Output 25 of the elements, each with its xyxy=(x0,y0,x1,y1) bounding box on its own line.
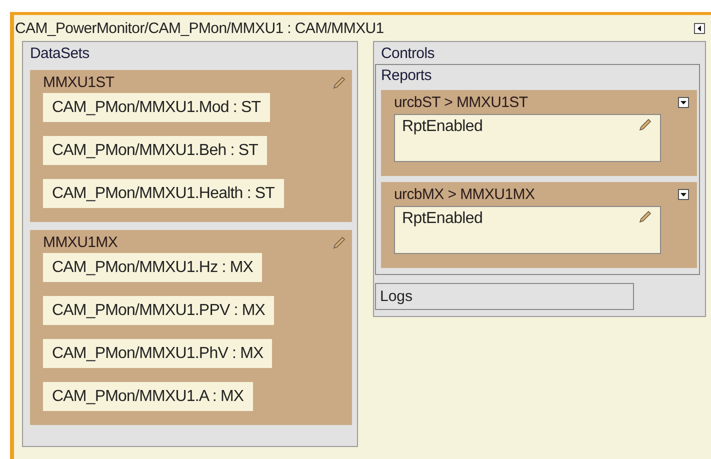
dataset-item[interactable]: CAM_PMon/MMXU1.Health : ST xyxy=(43,179,284,208)
datasets-label: DataSets xyxy=(30,45,90,62)
dataset-item[interactable]: CAM_PMon/MMXU1.PhV : MX xyxy=(43,339,272,368)
dropdown-icon[interactable] xyxy=(678,97,689,108)
dataset-item[interactable]: CAM_PMon/MMXU1.PPV : MX xyxy=(43,296,274,325)
dataset-item[interactable]: CAM_PMon/MMXU1.Mod : ST xyxy=(43,93,270,122)
logs-panel[interactable]: Logs xyxy=(375,283,634,310)
pencil-icon[interactable] xyxy=(638,210,652,224)
pencil-icon[interactable] xyxy=(332,76,346,90)
field-label: RptEnabled xyxy=(402,210,483,228)
dataset-item[interactable]: CAM_PMon/MMXU1.Hz : MX xyxy=(43,253,262,282)
report-name: urcbST > MMXU1ST xyxy=(394,94,528,111)
collapse-icon[interactable] xyxy=(694,22,705,34)
dataset-name: MMXU1MX xyxy=(43,234,118,251)
report-name: urcbMX > MMXU1MX xyxy=(394,186,535,203)
dataset-name: MMXU1ST xyxy=(43,74,114,91)
controls-label: Controls xyxy=(381,45,436,62)
dataset-item[interactable]: CAM_PMon/MMXU1.Beh : ST xyxy=(43,136,267,165)
pencil-icon[interactable] xyxy=(332,236,346,250)
reports-label: Reports xyxy=(381,67,432,84)
dataset-item[interactable]: CAM_PMon/MMXU1.A : MX xyxy=(43,382,253,411)
dropdown-icon[interactable] xyxy=(678,189,689,200)
pencil-icon[interactable] xyxy=(638,118,652,132)
node-title: CAM_PowerMonitor/CAM_PMon/MMXU1 : CAM/MMXU1 xyxy=(15,20,384,36)
field-label: RptEnabled xyxy=(402,118,483,136)
